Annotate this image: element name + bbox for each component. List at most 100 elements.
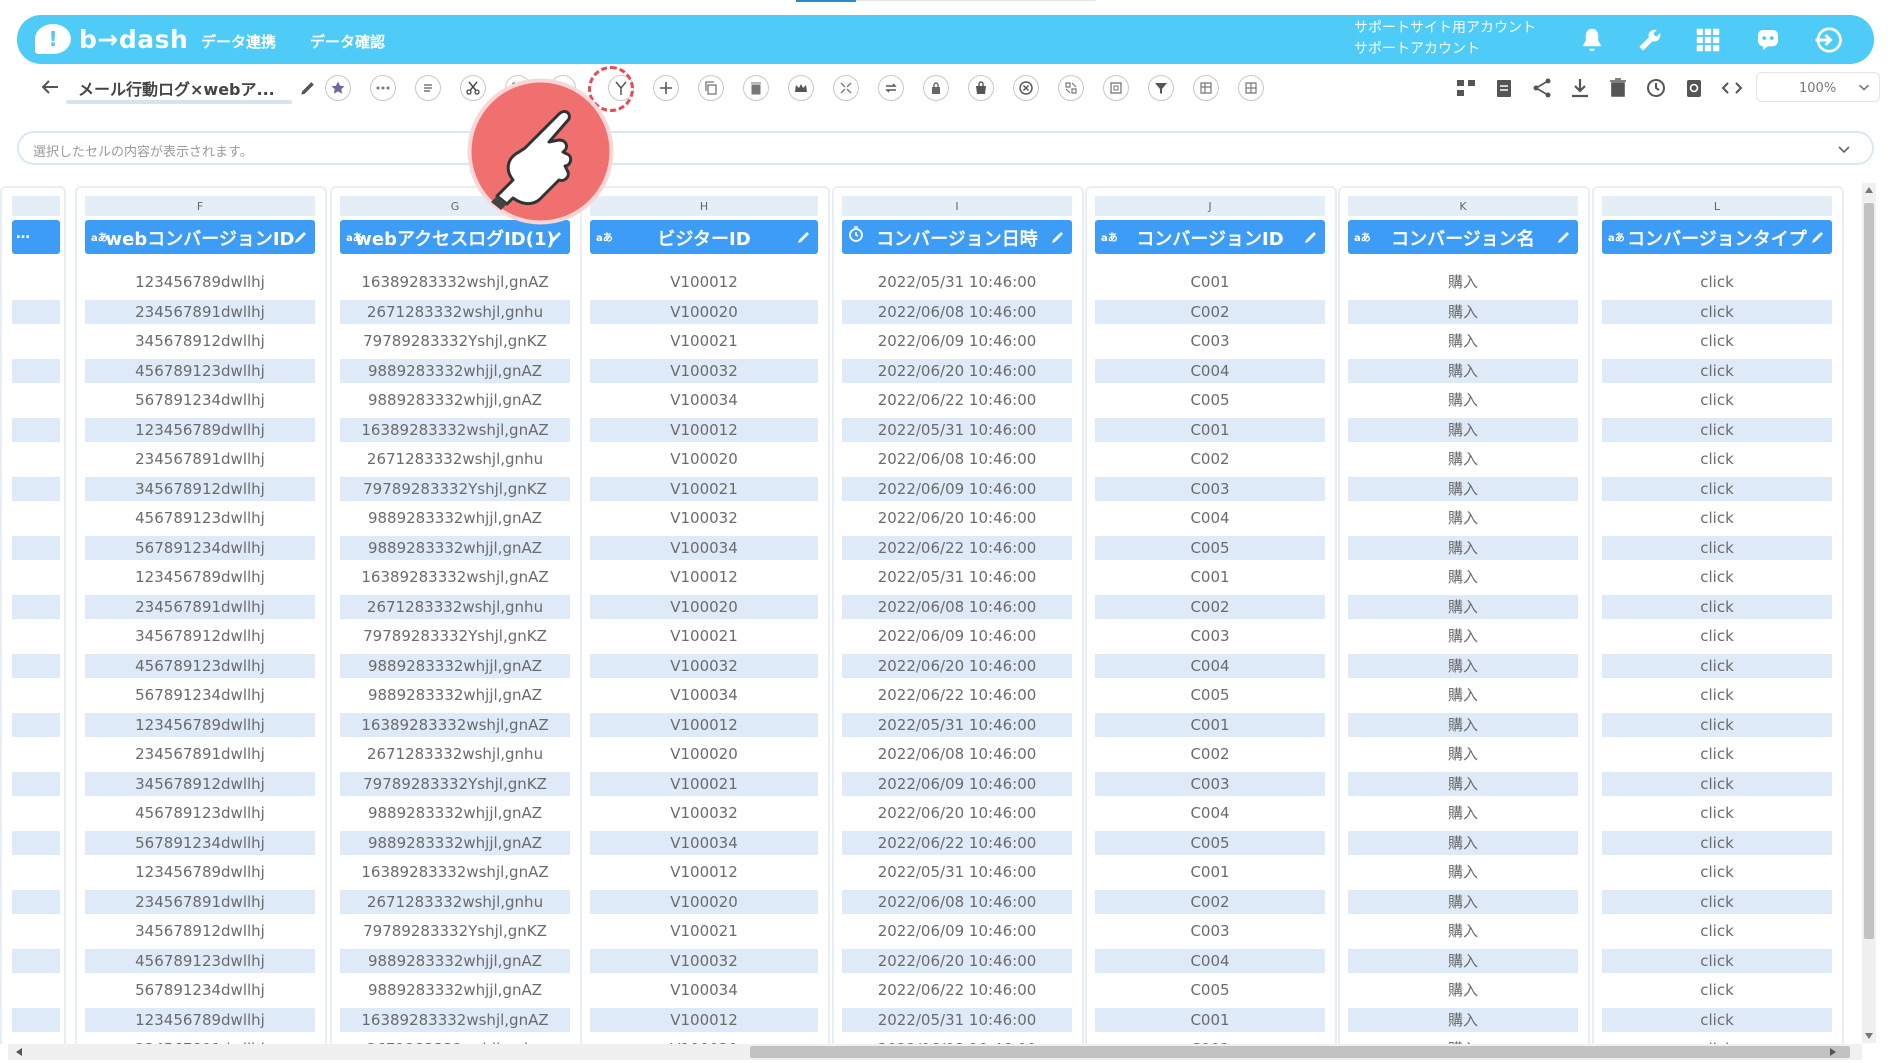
swap-icon[interactable] bbox=[1058, 75, 1084, 101]
column-letter[interactable]: H bbox=[590, 196, 818, 216]
table-cell[interactable]: 購入 bbox=[1348, 624, 1578, 648]
table-cell[interactable]: C002 bbox=[1095, 299, 1325, 324]
table-cell[interactable]: 2671283332wshjl,gnhu bbox=[340, 742, 570, 766]
table-cell[interactable]: V100012 bbox=[590, 417, 818, 442]
table-cell[interactable]: 234567891dwllhj bbox=[85, 447, 315, 471]
table-cell[interactable]: V100034 bbox=[590, 683, 818, 707]
pencil-icon[interactable] bbox=[293, 229, 309, 245]
table-cell[interactable]: 2022/06/20 10:46:00 bbox=[842, 653, 1072, 678]
logout-icon[interactable] bbox=[1813, 25, 1843, 55]
table-cell[interactable]: click bbox=[1602, 712, 1832, 737]
apps-grid-icon[interactable] bbox=[1693, 25, 1723, 55]
table-cell[interactable]: click bbox=[1602, 299, 1832, 324]
column-header[interactable]: aあ webアクセスログID(1) bbox=[340, 220, 570, 254]
table-cell[interactable]: 345678912dwllhj bbox=[85, 476, 315, 501]
grid-column-h[interactable]: Haあ ビジターID V100012 V100020 V100021 V100032 V10… bbox=[580, 186, 830, 1044]
column-header-partial[interactable]: … bbox=[12, 220, 60, 254]
pencil-icon[interactable] bbox=[1556, 229, 1572, 245]
table-cell[interactable]: V100020 bbox=[590, 742, 818, 766]
table-cell[interactable]: 123456789dwllhj bbox=[85, 712, 315, 737]
column-header[interactable]: aあ コンバージョン名 bbox=[1348, 220, 1578, 254]
table-cell[interactable]: 123456789dwllhj bbox=[85, 860, 315, 884]
table-cell[interactable]: 購入 bbox=[1348, 683, 1578, 707]
table-cell[interactable]: 購入 bbox=[1348, 476, 1578, 501]
table-cell[interactable]: 2022/06/09 10:46:00 bbox=[842, 919, 1072, 943]
table-cell[interactable] bbox=[12, 624, 60, 648]
bag-icon[interactable] bbox=[968, 75, 994, 101]
nav-data-link[interactable]: データ連携 bbox=[201, 31, 276, 52]
table-cell[interactable]: 購入 bbox=[1348, 1007, 1578, 1032]
table-cell[interactable]: C005 bbox=[1095, 830, 1325, 855]
table-cell[interactable]: click bbox=[1602, 388, 1832, 412]
table-cell[interactable]: 567891234dwllhj bbox=[85, 388, 315, 412]
table-cell[interactable] bbox=[12, 447, 60, 471]
table-cell[interactable]: V100020 bbox=[590, 1037, 818, 1044]
column-letter[interactable] bbox=[12, 196, 60, 216]
table-cell[interactable]: 123456789dwllhj bbox=[85, 1007, 315, 1032]
table-cell[interactable]: C001 bbox=[1095, 417, 1325, 442]
table-cell[interactable] bbox=[12, 506, 60, 530]
table-cell[interactable]: 購入 bbox=[1348, 889, 1578, 914]
cancel-icon[interactable] bbox=[1013, 75, 1039, 101]
table-cell[interactable]: 2671283332wshjl,gnhu bbox=[340, 889, 570, 914]
table-cell[interactable]: 購入 bbox=[1348, 653, 1578, 678]
table-cell[interactable] bbox=[12, 860, 60, 884]
grid-column-g[interactable]: Gaあ webアクセスログID(1) 16389283332wshjl,gnAZ 26… bbox=[330, 186, 582, 1044]
table-cell[interactable] bbox=[12, 476, 60, 501]
table-cell[interactable]: click bbox=[1602, 919, 1832, 943]
cell-content-bar[interactable]: 選択したセルの内容が表示されます。 bbox=[17, 131, 1874, 165]
table-cell[interactable]: 2022/05/31 10:46:00 bbox=[842, 565, 1072, 589]
expand-icon[interactable] bbox=[833, 75, 859, 101]
column-header[interactable]: aあ コンバージョンID bbox=[1095, 220, 1325, 254]
table-cell[interactable]: C003 bbox=[1095, 624, 1325, 648]
table-cell[interactable]: 2022/05/31 10:46:00 bbox=[842, 417, 1072, 442]
table-cell[interactable]: V100032 bbox=[590, 653, 818, 678]
clipboard-icon[interactable] bbox=[1491, 75, 1517, 101]
table-cell[interactable]: 9889283332whjjl,gnAZ bbox=[340, 978, 570, 1002]
table-cell[interactable]: click bbox=[1602, 830, 1832, 855]
table-cell[interactable]: 16389283332wshjl,gnAZ bbox=[340, 712, 570, 737]
table-cell[interactable]: C002 bbox=[1095, 447, 1325, 471]
table-cell[interactable]: 456789123dwllhj bbox=[85, 801, 315, 825]
table-cell[interactable]: 購入 bbox=[1348, 506, 1578, 530]
table-cell[interactable]: V100032 bbox=[590, 801, 818, 825]
table-cell[interactable] bbox=[12, 712, 60, 737]
table-cell[interactable]: 9889283332whjjl,gnAZ bbox=[340, 830, 570, 855]
table-cell[interactable]: 購入 bbox=[1348, 860, 1578, 884]
table-cell[interactable] bbox=[12, 978, 60, 1002]
copy-icon[interactable] bbox=[698, 75, 724, 101]
table-cell[interactable]: click bbox=[1602, 683, 1832, 707]
pencil-icon[interactable] bbox=[1050, 229, 1066, 245]
table-cell[interactable]: click bbox=[1602, 653, 1832, 678]
account-info[interactable]: サポートサイト用アカウント サポートアカウント bbox=[1354, 18, 1536, 60]
table-cell[interactable]: C004 bbox=[1095, 358, 1325, 383]
vertical-scroll-thumb[interactable] bbox=[1864, 203, 1874, 939]
filter-icon[interactable] bbox=[1148, 75, 1174, 101]
download-icon[interactable] bbox=[1567, 75, 1593, 101]
table-cell[interactable]: 2022/06/22 10:46:00 bbox=[842, 535, 1072, 560]
table-cell[interactable]: 購入 bbox=[1348, 329, 1578, 353]
table-cell[interactable]: C001 bbox=[1095, 712, 1325, 737]
table-cell[interactable]: 2022/06/08 10:46:00 bbox=[842, 889, 1072, 914]
table-cell[interactable]: C003 bbox=[1095, 919, 1325, 943]
table-cell[interactable]: 9889283332whjjl,gnAZ bbox=[340, 653, 570, 678]
table-cell[interactable] bbox=[12, 830, 60, 855]
table-cell[interactable]: C003 bbox=[1095, 771, 1325, 796]
table-cell[interactable]: 456789123dwllhj bbox=[85, 653, 315, 678]
table-cell[interactable] bbox=[12, 565, 60, 589]
table-cell[interactable]: 2022/06/08 10:46:00 bbox=[842, 742, 1072, 766]
zoom-select[interactable]: 100% bbox=[1756, 72, 1880, 102]
table-cell[interactable]: C001 bbox=[1095, 1007, 1325, 1032]
pencil-icon[interactable] bbox=[1810, 229, 1826, 245]
table-cell[interactable]: C003 bbox=[1095, 476, 1325, 501]
table-cell[interactable]: 2671283332wshjl,gnhu bbox=[340, 299, 570, 324]
table-cell[interactable]: 2022/06/20 10:46:00 bbox=[842, 801, 1072, 825]
table-cell[interactable]: 16389283332wshjl,gnAZ bbox=[340, 565, 570, 589]
table-cell[interactable]: 2022/05/31 10:46:00 bbox=[842, 860, 1072, 884]
table-cell[interactable]: 123456789dwllhj bbox=[85, 417, 315, 442]
table-cell[interactable]: 2022/05/31 10:46:00 bbox=[842, 712, 1072, 737]
vertical-scrollbar[interactable] bbox=[1862, 183, 1876, 1043]
table-cell[interactable]: 購入 bbox=[1348, 771, 1578, 796]
refresh-icon[interactable] bbox=[1681, 75, 1707, 101]
table-cell[interactable]: 345678912dwllhj bbox=[85, 329, 315, 353]
